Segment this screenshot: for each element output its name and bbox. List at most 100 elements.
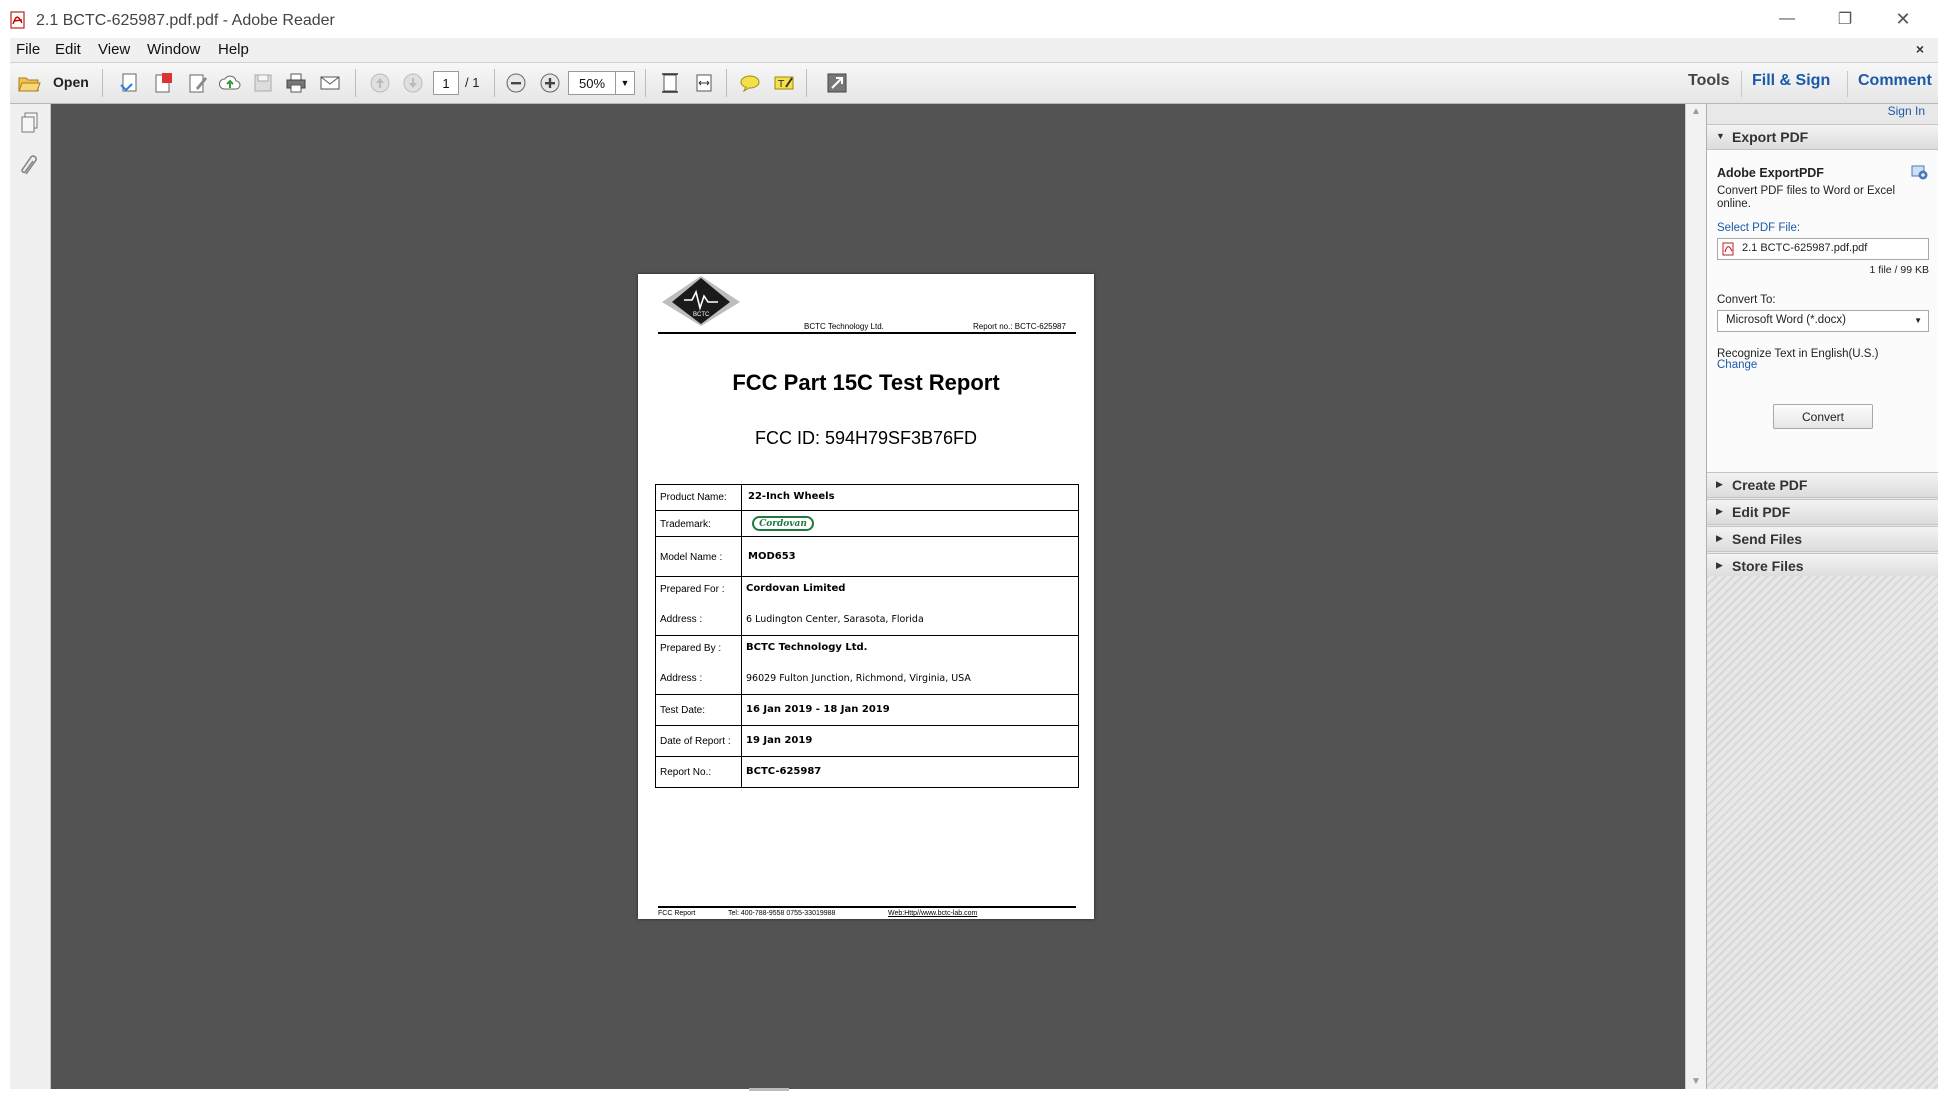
account-info-icon[interactable] (1911, 164, 1929, 180)
address-by-value: 96029 Fulton Junction, Richmond, Virgini… (746, 673, 971, 684)
export-pdf-section-header[interactable]: ▼ Export PDF (1707, 124, 1938, 150)
convert-to-label: Convert To: (1717, 294, 1776, 306)
footer-website: Web:Http//www.bctc-lab.com (888, 910, 978, 917)
trademark-value: Cordovan (759, 518, 807, 529)
open-button[interactable]: Open (53, 74, 89, 90)
minimize-button[interactable]: — (1758, 0, 1816, 38)
menu-view[interactable]: View (98, 41, 130, 58)
header-report-number: Report no.: BCTC-625987 (973, 322, 1066, 331)
highlight-text-icon[interactable]: T (772, 71, 796, 95)
zoom-out-icon[interactable] (504, 71, 528, 95)
next-page-icon[interactable] (401, 71, 425, 95)
email-icon[interactable] (318, 71, 342, 95)
export-pdf-panel: Adobe ExportPDF Convert PDF files to Wor… (1707, 150, 1938, 472)
product-name-value: 22-Inch Wheels (748, 491, 835, 502)
exportpdf-description: Convert PDF files to Word or Excel onlin… (1717, 185, 1896, 210)
convert-button[interactable]: Convert (1773, 404, 1873, 429)
header-rule (658, 332, 1076, 334)
toolbar-separator (1847, 71, 1848, 97)
pdf-page: BCTC BCTC Technology Ltd. Report no.: BC… (638, 274, 1094, 919)
footer-label: FCC Report (658, 910, 696, 917)
sign-in-link[interactable]: Sign In (1888, 104, 1925, 118)
splitter-handle[interactable] (749, 1088, 789, 1091)
empty-pane-area (1707, 576, 1938, 1089)
page-thumbnails-icon[interactable] (20, 112, 40, 134)
window-title: 2.1 BCTC-625987.pdf.pdf - Adobe Reader (36, 12, 335, 29)
zoom-dropdown-chevron-down-icon[interactable]: ▼ (615, 71, 635, 95)
page-number-input[interactable]: 1 (433, 71, 459, 95)
fcc-id: FCC ID: 594H79SF3B76FD (754, 428, 978, 448)
toolbar-separator (494, 69, 495, 97)
toolbar: Open 1 / 1 50% ▼ T Tools Fill & Sign Com… (10, 63, 1938, 104)
report-number-value: BCTC-625987 (746, 766, 822, 777)
export-pdf-title: Export PDF (1732, 129, 1809, 145)
test-date-label: Test Date: (660, 705, 706, 716)
tools-pane-button[interactable]: Tools (1688, 72, 1729, 90)
change-language-link[interactable]: Change (1717, 359, 1757, 371)
sticky-note-comment-icon[interactable] (738, 71, 762, 95)
save-icon[interactable] (251, 71, 275, 95)
report-number-label: Report No.: (660, 767, 712, 778)
fit-width-icon[interactable] (692, 71, 716, 95)
selected-file-name: 2.1 BCTC-625987.pdf.pdf (1742, 242, 1868, 254)
edit-pdf-icon[interactable] (186, 71, 210, 95)
report-date-label: Date of Report : (660, 736, 731, 747)
print-icon[interactable] (284, 71, 308, 95)
attachments-paperclip-icon[interactable] (20, 154, 40, 178)
toolbar-separator (645, 69, 646, 97)
menu-window[interactable]: Window (147, 41, 200, 58)
select-pdf-file-label: Select PDF File: (1717, 222, 1801, 234)
convert-to-value: Microsoft Word (*.docx) (1726, 314, 1846, 326)
prepared-by-label: Prepared By : (660, 643, 722, 654)
toolbar-separator (726, 69, 727, 97)
zoom-level-input[interactable]: 50% (568, 71, 616, 95)
close-window-button[interactable]: ✕ (1874, 0, 1932, 38)
vertical-scrollbar[interactable]: ▲ ▼ (1685, 104, 1706, 1089)
menu-close-document-icon[interactable]: × (1916, 41, 1924, 57)
comment-pane-button[interactable]: Comment (1858, 72, 1932, 90)
report-title: FCC Part 15C Test Report (732, 370, 1000, 395)
adobe-reader-icon (10, 11, 25, 29)
export-pdf-icon[interactable] (152, 71, 176, 95)
header-company: BCTC Technology Ltd. (804, 322, 884, 331)
bctc-logo: BCTC (662, 276, 740, 326)
collapsed-triangle-icon: ▶ (1716, 506, 1723, 516)
fill-and-sign-pane-button[interactable]: Fill & Sign (1752, 72, 1830, 90)
expanded-triangle-icon: ▼ (1716, 131, 1725, 141)
open-folder-icon[interactable] (17, 71, 41, 95)
address-for-label: Address : (660, 614, 703, 625)
pdf-file-icon (1722, 242, 1734, 256)
scroll-down-arrow-icon[interactable]: ▼ (1691, 1076, 1701, 1087)
fit-page-icon[interactable] (658, 71, 682, 95)
convert-to-select[interactable]: Microsoft Word (*.docx) ▼ (1717, 310, 1929, 332)
upload-cloud-icon[interactable] (218, 71, 242, 95)
create-pdf-icon[interactable] (118, 71, 142, 95)
previous-page-icon[interactable] (368, 71, 392, 95)
zoom-in-icon[interactable] (538, 71, 562, 95)
test-date-value: 16 Jan 2019 - 18 Jan 2019 (746, 704, 890, 715)
menu-help[interactable]: Help (218, 41, 249, 58)
store-files-title: Store Files (1732, 558, 1804, 574)
selected-file-field[interactable]: 2.1 BCTC-625987.pdf.pdf (1717, 238, 1929, 260)
create-pdf-section-header[interactable]: ▶ Create PDF (1707, 472, 1938, 498)
send-files-section-header[interactable]: ▶ Send Files (1707, 526, 1938, 552)
menu-edit[interactable]: Edit (55, 41, 81, 58)
title-bar: 2.1 BCTC-625987.pdf.pdf - Adobe Reader —… (0, 0, 1938, 38)
edit-pdf-section-header[interactable]: ▶ Edit PDF (1707, 499, 1938, 525)
restore-button[interactable]: ❐ (1816, 0, 1874, 38)
full-screen-icon[interactable] (825, 71, 849, 95)
trademark-logo: Cordovan (752, 516, 814, 531)
model-name-value: MOD653 (748, 551, 796, 562)
send-files-title: Send Files (1732, 531, 1803, 547)
menu-file[interactable]: File (16, 41, 40, 58)
chevron-down-icon: ▼ (1914, 316, 1922, 325)
report-date-value: 19 Jan 2019 (746, 735, 813, 746)
page-total: / 1 (465, 75, 480, 90)
svg-text:T: T (777, 79, 785, 90)
adobe-exportpdf-heading: Adobe ExportPDF (1717, 166, 1824, 180)
tools-pane: Sign In ▼ Export PDF Adobe ExportPDF Con… (1706, 104, 1938, 1089)
scroll-up-arrow-icon[interactable]: ▲ (1691, 106, 1701, 117)
address-for-value: 6 Ludington Center, Sarasota, Florida (746, 614, 924, 625)
toolbar-separator (355, 69, 356, 97)
file-info: 1 file / 99 KB (1869, 264, 1929, 276)
